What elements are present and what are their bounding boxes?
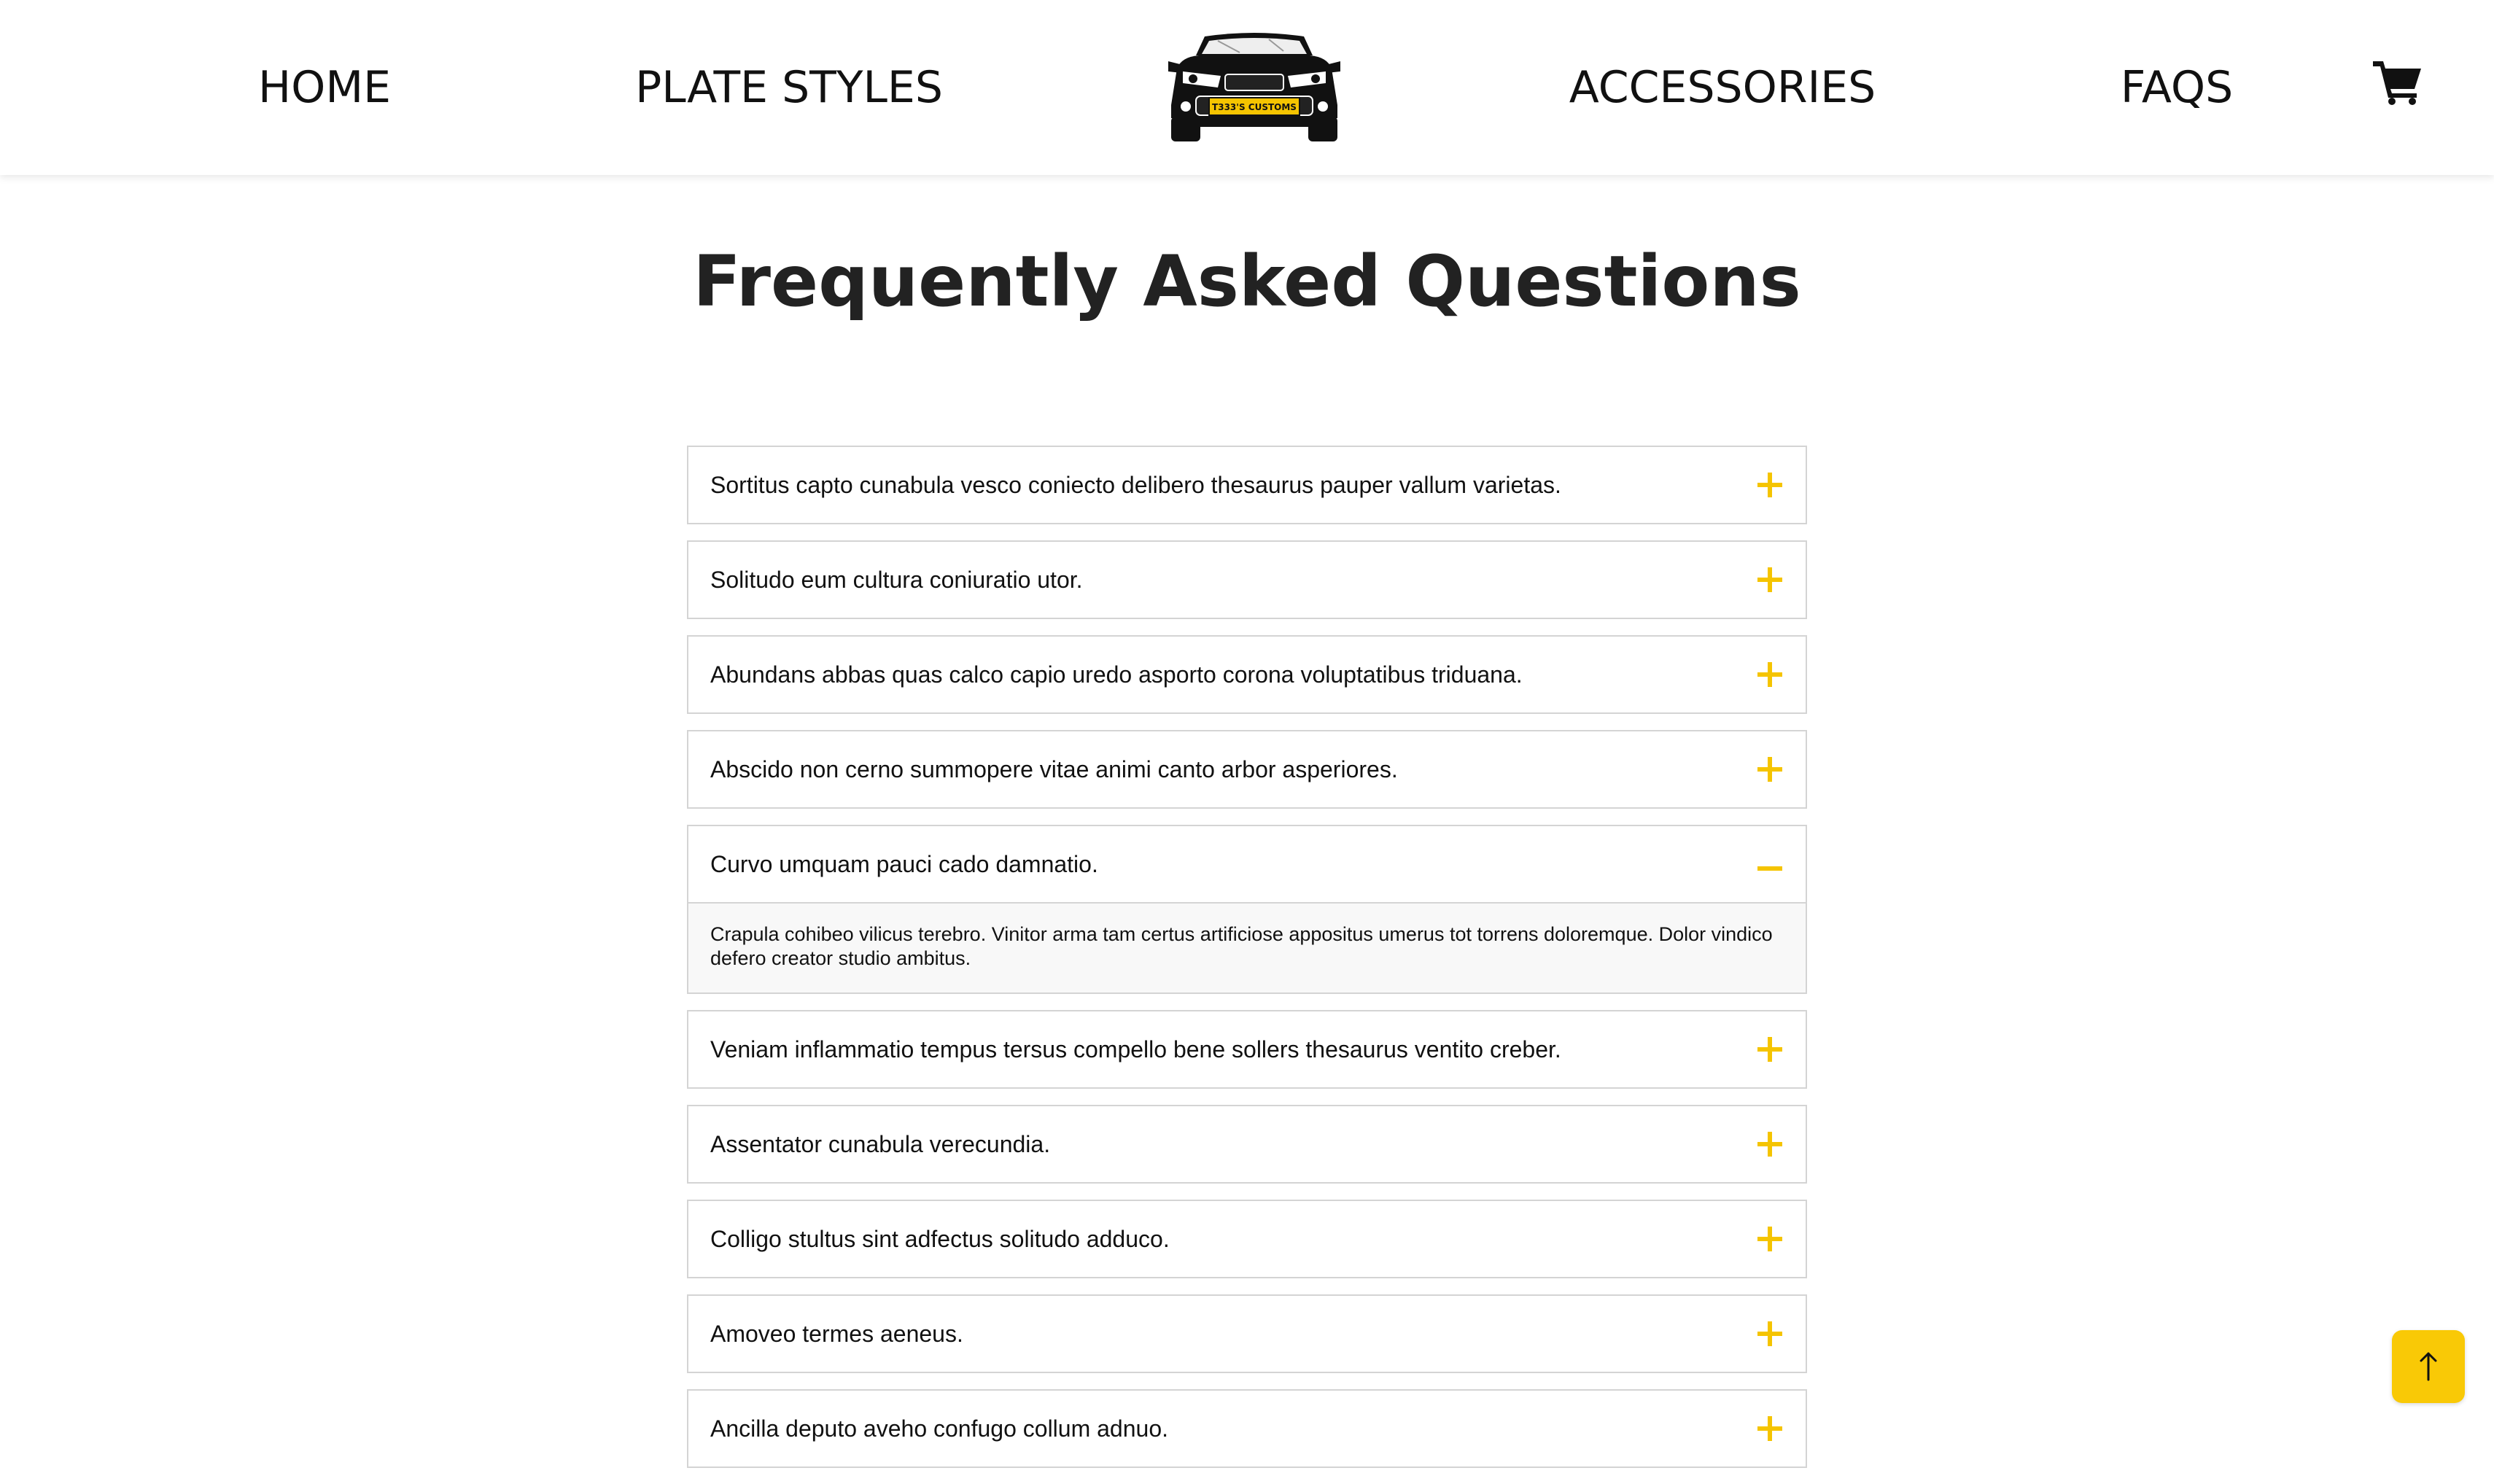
plus-icon[interactable]	[1757, 757, 1782, 782]
faq-question-row[interactable]: Abscido non cerno summopere vitae animi …	[688, 731, 1806, 807]
plus-icon[interactable]	[1757, 567, 1782, 592]
plus-icon[interactable]	[1757, 473, 1782, 497]
faq-question-row[interactable]: Veniam inflammatio tempus tersus compell…	[688, 1011, 1806, 1087]
faq-question-text: Ancilla deputo aveho confugo collum adnu…	[710, 1415, 1168, 1442]
faq-question-row[interactable]: Colligo stultus sint adfectus solitudo a…	[688, 1201, 1806, 1277]
faq-question-row[interactable]: Curvo umquam pauci cado damnatio.	[688, 826, 1806, 902]
plus-icon[interactable]	[1757, 1321, 1782, 1346]
faq-question-row[interactable]: Assentator cunabula verecundia.	[688, 1106, 1806, 1182]
nav-faqs-link[interactable]: FAQS	[2121, 62, 2233, 113]
minus-icon[interactable]	[1757, 852, 1782, 877]
faq-question-text: Amoveo termes aeneus.	[710, 1320, 963, 1347]
faq-question-row[interactable]: Abundans abbas quas calco capio uredo as…	[688, 637, 1806, 712]
back-to-top-button[interactable]	[2392, 1330, 2465, 1403]
faq-question-text: Colligo stultus sint adfectus solitudo a…	[710, 1225, 1170, 1252]
top-navbar: HOME PLATE STYLES T333'S CUSTOMS ACCESSO…	[0, 0, 2494, 175]
faq-question-text: Abscido non cerno summopere vitae animi …	[710, 755, 1398, 782]
faq-item: Sortitus capto cunabula vesco coniecto d…	[687, 446, 1807, 524]
faq-answer: Crapula cohibeo vilicus terebro. Vinitor…	[688, 902, 1806, 992]
faq-question-row[interactable]: Ancilla deputo aveho confugo collum adnu…	[688, 1391, 1806, 1466]
faq-question-text: Abundans abbas quas calco capio uredo as…	[710, 661, 1523, 688]
faq-item: Solitudo eum cultura coniuratio utor.	[687, 540, 1807, 619]
faq-item: Colligo stultus sint adfectus solitudo a…	[687, 1200, 1807, 1278]
faq-question-row[interactable]: Sortitus capto cunabula vesco coniecto d…	[688, 447, 1806, 523]
logo-plate-text: T333'S CUSTOMS	[1212, 102, 1297, 112]
faq-question-row[interactable]: Amoveo termes aeneus.	[688, 1296, 1806, 1372]
faq-list: Sortitus capto cunabula vesco coniecto d…	[687, 446, 1807, 1484]
plus-icon[interactable]	[1757, 1132, 1782, 1157]
faq-item: Ancilla deputo aveho confugo collum adnu…	[687, 1389, 1807, 1468]
faq-item: Veniam inflammatio tempus tersus compell…	[687, 1010, 1807, 1089]
arrow-up-icon	[2420, 1352, 2437, 1381]
plus-icon[interactable]	[1757, 1416, 1782, 1441]
faq-question-text: Curvo umquam pauci cado damnatio.	[710, 850, 1098, 877]
faq-question-row[interactable]: Solitudo eum cultura coniuratio utor.	[688, 542, 1806, 618]
faq-item: Abundans abbas quas calco capio uredo as…	[687, 635, 1807, 714]
faq-question-text: Veniam inflammatio tempus tersus compell…	[710, 1036, 1561, 1063]
faq-item: Assentator cunabula verecundia.	[687, 1105, 1807, 1184]
nav-plate-styles-link[interactable]: PLATE STYLES	[635, 62, 943, 113]
faq-item: Amoveo termes aeneus.	[687, 1294, 1807, 1373]
nav-home-link[interactable]: HOME	[258, 62, 391, 113]
page-title: Frequently Asked Questions	[693, 241, 1801, 322]
faq-item: Abscido non cerno summopere vitae animi …	[687, 730, 1807, 809]
shopping-cart-icon[interactable]	[2373, 60, 2421, 105]
logo[interactable]: T333'S CUSTOMS	[1167, 31, 1342, 146]
faq-question-text: Sortitus capto cunabula vesco coniecto d…	[710, 471, 1561, 498]
nav-accessories-link[interactable]: ACCESSORIES	[1569, 62, 1876, 113]
plus-icon[interactable]	[1757, 1227, 1782, 1251]
plus-icon[interactable]	[1757, 1037, 1782, 1062]
plus-icon[interactable]	[1757, 662, 1782, 687]
faq-question-text: Assentator cunabula verecundia.	[710, 1130, 1051, 1157]
faq-question-text: Solitudo eum cultura coniuratio utor.	[710, 566, 1083, 593]
faq-item: Curvo umquam pauci cado damnatio. Crapula…	[687, 825, 1807, 994]
